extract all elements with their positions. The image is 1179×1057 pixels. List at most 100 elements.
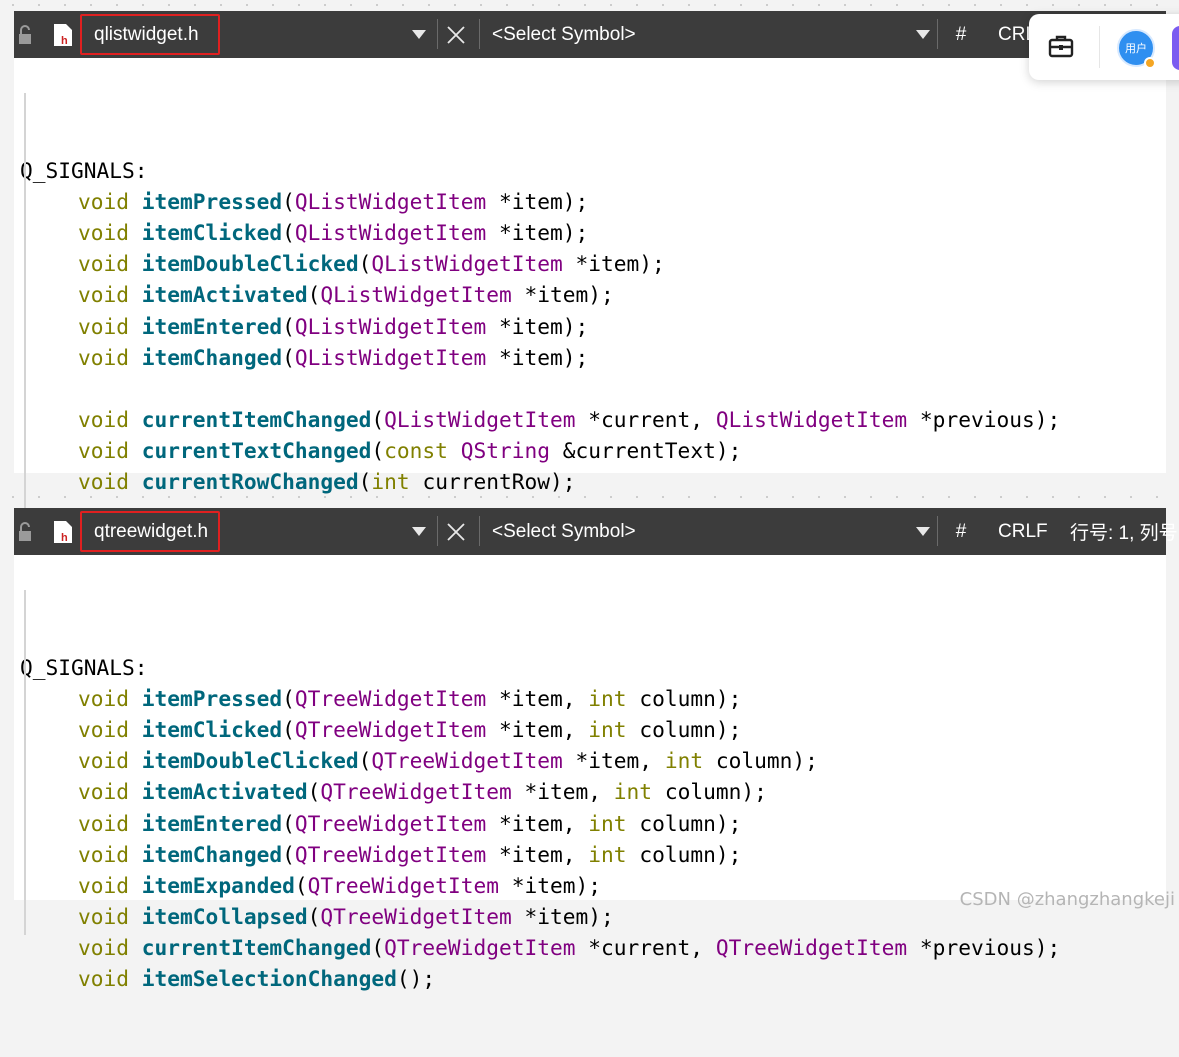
toolbar-separator xyxy=(437,516,438,546)
code-token: currentRow); xyxy=(409,469,576,495)
code-token: *item, xyxy=(486,685,589,711)
type-token: QString xyxy=(460,438,550,464)
type-token: QTreeWidgetItem xyxy=(384,935,576,961)
code-line: void itemDoubleClicked(QTreeWidgetItem *… xyxy=(20,745,1166,776)
code-token: ( xyxy=(358,469,372,495)
keyword-token: void xyxy=(78,748,142,774)
toolbar-separator xyxy=(937,516,938,546)
code-token: column); xyxy=(626,685,742,711)
hash-indicator[interactable]: # xyxy=(950,508,972,555)
function-name-token: itemActivated xyxy=(141,282,308,308)
type-token: QListWidgetItem xyxy=(320,282,512,308)
keyword-token: void xyxy=(78,904,142,930)
hash-indicator[interactable]: # xyxy=(950,11,972,58)
code-line: void currentTextChanged(const QString &c… xyxy=(20,435,1166,466)
keyword-token: void xyxy=(78,313,142,339)
keyword-token: int xyxy=(613,779,653,805)
code-token: *item, xyxy=(486,841,589,867)
keyword-token: int xyxy=(588,841,627,867)
code-token: ( xyxy=(282,716,295,742)
keyword-token: void xyxy=(78,716,142,742)
code-token: *item); xyxy=(486,219,589,245)
code-line: Q_SIGNALS: xyxy=(20,155,1166,186)
symbol-selector[interactable]: <Select Symbol> xyxy=(492,508,912,555)
code-token: *item); xyxy=(486,313,589,339)
toolbox-icon[interactable] xyxy=(1047,32,1075,65)
function-name-token: itemEntered xyxy=(141,313,283,339)
chevron-down-icon[interactable] xyxy=(406,11,432,58)
code-token: ( xyxy=(307,282,321,308)
code-token: *item, xyxy=(486,810,589,836)
keyword-token: void xyxy=(78,407,142,433)
chevron-down-icon[interactable] xyxy=(910,508,936,555)
type-token: QListWidgetItem xyxy=(715,407,908,433)
type-token: QTreeWidgetItem xyxy=(294,841,487,867)
type-token: QTreeWidgetItem xyxy=(294,810,487,836)
code-token: ( xyxy=(371,407,385,433)
close-icon[interactable] xyxy=(441,508,471,555)
function-name-token: itemPressed xyxy=(141,685,283,711)
code-area[interactable]: Q_SIGNALS: void itemPressed(QTreeWidgetIt… xyxy=(14,555,1166,1057)
code-token: *previous); xyxy=(907,407,1061,433)
code-token: column); xyxy=(626,716,742,742)
type-token: QTreeWidgetItem xyxy=(294,685,487,711)
code-token: ( xyxy=(282,841,295,867)
symbol-selector[interactable]: <Select Symbol> xyxy=(492,11,912,58)
code-token: ( xyxy=(307,904,321,930)
code-token: ( xyxy=(282,685,295,711)
type-token: QTreeWidgetItem xyxy=(320,904,512,930)
editor-panel-qtreewidget: h qtreewidget.h <Select Symbol> # CRLF 行… xyxy=(14,508,1178,991)
lock-icon[interactable] xyxy=(14,508,36,555)
code-token: ( xyxy=(371,935,385,961)
type-token: QTreeWidgetItem xyxy=(715,935,908,961)
keyword-token: void xyxy=(78,219,142,245)
lock-icon[interactable] xyxy=(14,11,36,58)
keyword-token: void xyxy=(78,251,142,277)
code-line: void currentItemChanged(QTreeWidgetItem … xyxy=(20,932,1166,963)
chevron-down-icon[interactable] xyxy=(910,11,936,58)
keyword-token: void xyxy=(78,872,142,898)
code-token: ( xyxy=(294,872,308,898)
chevron-down-icon[interactable] xyxy=(406,508,432,555)
cursor-position-indicator[interactable]: 行号: 1, 列号 xyxy=(1070,508,1178,555)
code-token: ( xyxy=(358,251,372,277)
keyword-token: int xyxy=(664,748,704,774)
keyword-token: void xyxy=(78,685,142,711)
code-token: *item); xyxy=(511,904,614,930)
type-token: QTreeWidgetItem xyxy=(371,748,563,774)
panel-separator xyxy=(1099,26,1100,68)
editor-toolbar: h qlistwidget.h <Select Symbol> # CRL xyxy=(14,11,1166,58)
file-name-tab[interactable]: qlistwidget.h xyxy=(80,14,220,55)
code-token: *item); xyxy=(511,282,614,308)
code-token: Q_SIGNALS: xyxy=(20,157,148,183)
code-token: column); xyxy=(626,810,742,836)
keyword-token: void xyxy=(78,282,142,308)
toolbar-separator xyxy=(437,19,438,49)
code-line: void itemChanged(QTreeWidgetItem *item, … xyxy=(20,839,1166,870)
svg-text:h: h xyxy=(61,532,68,544)
side-button[interactable] xyxy=(1172,26,1179,70)
code-token: column); xyxy=(652,779,767,805)
code-token: *item, xyxy=(511,779,614,805)
line-ending-indicator[interactable]: CRLF xyxy=(998,508,1048,555)
code-line: void itemActivated(QListWidgetItem *item… xyxy=(20,279,1166,310)
avatar-badge xyxy=(1144,57,1156,69)
function-name-token: itemEntered xyxy=(141,810,283,836)
code-line: void itemClicked(QTreeWidgetItem *item, … xyxy=(20,714,1166,745)
code-token: ( xyxy=(282,188,295,214)
function-name-token: currentRowChanged xyxy=(141,469,359,495)
function-name-token: itemChanged xyxy=(141,841,283,867)
code-token: (); xyxy=(396,966,436,992)
type-token: QListWidgetItem xyxy=(294,219,487,245)
file-name-tab[interactable]: qtreewidget.h xyxy=(80,511,220,552)
code-line: void currentRowChanged(int currentRow); xyxy=(20,466,1166,497)
function-name-token: itemActivated xyxy=(141,779,308,805)
code-line: void itemActivated(QTreeWidgetItem *item… xyxy=(20,776,1166,807)
function-name-token: itemDoubleClicked xyxy=(141,748,359,774)
svg-text:h: h xyxy=(61,35,68,47)
code-token: *item, xyxy=(562,748,665,774)
keyword-token: void xyxy=(78,779,142,805)
close-icon[interactable] xyxy=(441,11,471,58)
function-name-token: itemPressed xyxy=(141,188,283,214)
keyword-token: void xyxy=(78,810,142,836)
